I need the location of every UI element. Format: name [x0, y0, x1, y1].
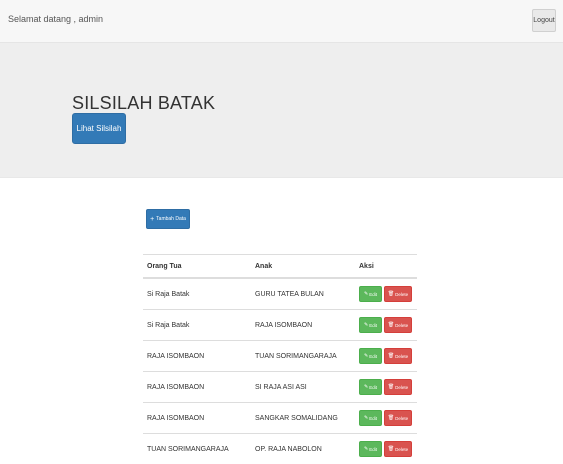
delete-label: Delete — [395, 416, 408, 421]
genealogy-table: Orang Tua Anak Aksi Si Raja Batak GURU T… — [143, 254, 417, 464]
parent-cell: RAJA ISOMBAON — [143, 372, 251, 403]
welcome-text: Selamat datang , admin — [8, 14, 103, 24]
edit-button[interactable]: ✎Edit — [359, 379, 382, 395]
delete-label: Delete — [395, 323, 408, 328]
column-header-actions: Aksi — [355, 255, 417, 279]
column-header-child: Anak — [251, 255, 355, 279]
parent-cell: RAJA ISOMBAON — [143, 341, 251, 372]
actions-cell: ✎Edit🗑Delete — [355, 403, 417, 434]
delete-button[interactable]: 🗑Delete — [384, 379, 412, 395]
add-data-button[interactable]: + Tambah Data — [146, 209, 190, 229]
actions-cell: ✎Edit🗑Delete — [355, 341, 417, 372]
delete-label: Delete — [395, 292, 408, 297]
child-cell: GURU TATEA BULAN — [251, 278, 355, 310]
logout-button[interactable]: Logout — [532, 9, 556, 32]
edit-icon: ✎ — [364, 416, 368, 421]
table-row: Si Raja Batak GURU TATEA BULAN ✎Edit🗑Del… — [143, 278, 417, 310]
delete-label: Delete — [395, 354, 408, 359]
parent-cell: Si Raja Batak — [143, 310, 251, 341]
edit-label: Edit — [369, 416, 377, 421]
trash-icon: 🗑 — [388, 416, 394, 421]
child-cell: TUAN SORIMANGARAJA — [251, 341, 355, 372]
column-header-parent: Orang Tua — [143, 255, 251, 279]
trash-icon: 🗑 — [388, 292, 394, 297]
edit-icon: ✎ — [364, 323, 368, 328]
plus-icon: + — [150, 216, 154, 223]
table-row: TUAN SORIMANGARAJA OP. RAJA NABOLON ✎Edi… — [143, 434, 417, 464]
edit-label: Edit — [369, 354, 377, 359]
edit-button[interactable]: ✎Edit — [359, 286, 382, 302]
edit-icon: ✎ — [364, 447, 368, 452]
table-row: RAJA ISOMBAON SI RAJA ASI ASI ✎Edit🗑Dele… — [143, 372, 417, 403]
delete-button[interactable]: 🗑Delete — [384, 410, 412, 426]
delete-button[interactable]: 🗑Delete — [384, 348, 412, 364]
edit-icon: ✎ — [364, 292, 368, 297]
trash-icon: 🗑 — [388, 323, 394, 328]
actions-cell: ✎Edit🗑Delete — [355, 310, 417, 341]
edit-button[interactable]: ✎Edit — [359, 317, 382, 333]
add-data-label: Tambah Data — [156, 216, 186, 222]
delete-label: Delete — [395, 447, 408, 452]
delete-button[interactable]: 🗑Delete — [384, 317, 412, 333]
delete-button[interactable]: 🗑Delete — [384, 286, 412, 302]
edit-icon: ✎ — [364, 385, 368, 390]
table-row: Si Raja Batak RAJA ISOMBAON ✎Edit🗑Delete — [143, 310, 417, 341]
delete-label: Delete — [395, 385, 408, 390]
child-cell: SANGKAR SOMALIDANG — [251, 403, 355, 434]
edit-label: Edit — [369, 323, 377, 328]
edit-label: Edit — [369, 447, 377, 452]
trash-icon: 🗑 — [388, 385, 394, 390]
top-navbar: Selamat datang , admin Logout — [0, 0, 563, 43]
edit-button[interactable]: ✎Edit — [359, 348, 382, 364]
parent-cell: RAJA ISOMBAON — [143, 403, 251, 434]
page-title: SILSILAH BATAK — [72, 93, 215, 114]
child-cell: SI RAJA ASI ASI — [251, 372, 355, 403]
table-row: RAJA ISOMBAON TUAN SORIMANGARAJA ✎Edit🗑D… — [143, 341, 417, 372]
edit-button[interactable]: ✎Edit — [359, 410, 382, 426]
view-genealogy-button[interactable]: Lihat Silsilah — [72, 113, 126, 144]
edit-icon: ✎ — [364, 354, 368, 359]
edit-label: Edit — [369, 385, 377, 390]
table-row: RAJA ISOMBAON SANGKAR SOMALIDANG ✎Edit🗑D… — [143, 403, 417, 434]
actions-cell: ✎Edit🗑Delete — [355, 434, 417, 464]
edit-label: Edit — [369, 292, 377, 297]
actions-cell: ✎Edit🗑Delete — [355, 278, 417, 310]
delete-button[interactable]: 🗑Delete — [384, 441, 412, 457]
parent-cell: TUAN SORIMANGARAJA — [143, 434, 251, 464]
trash-icon: 🗑 — [388, 354, 394, 359]
child-cell: OP. RAJA NABOLON — [251, 434, 355, 464]
table-header-row: Orang Tua Anak Aksi — [143, 255, 417, 279]
jumbotron: SILSILAH BATAK Lihat Silsilah — [0, 43, 563, 178]
actions-cell: ✎Edit🗑Delete — [355, 372, 417, 403]
child-cell: RAJA ISOMBAON — [251, 310, 355, 341]
trash-icon: 🗑 — [388, 447, 394, 452]
edit-button[interactable]: ✎Edit — [359, 441, 382, 457]
parent-cell: Si Raja Batak — [143, 278, 251, 310]
